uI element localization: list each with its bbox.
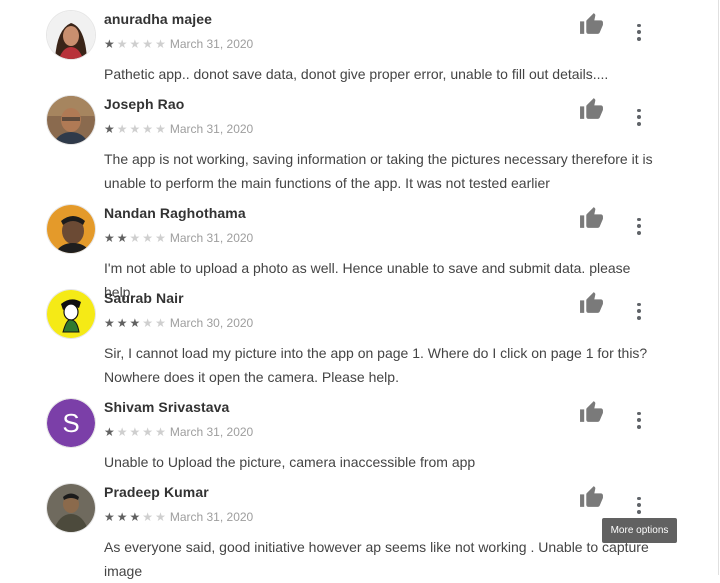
star-icon: ★ <box>142 122 154 136</box>
more-options-tooltip: More options <box>602 518 677 543</box>
star-icon: ★ <box>155 425 166 439</box>
thumbs-up-icon[interactable] <box>579 97 604 120</box>
rating-row: ★ ★ ★ ★ ★ March 31, 2020 <box>104 509 253 525</box>
avatar[interactable] <box>47 11 95 59</box>
avatar-letter: S <box>47 399 95 447</box>
star-icon: ★ <box>104 510 115 524</box>
star-icon: ★ <box>155 37 166 51</box>
star-icon: ★ <box>104 122 115 136</box>
author-name[interactable]: Saurab Nair <box>104 290 184 306</box>
review-date: March 31, 2020 <box>169 37 254 51</box>
star-icon: ★ <box>129 316 141 330</box>
more-options-button[interactable] <box>629 107 649 127</box>
star-icon: ★ <box>104 425 115 439</box>
review-item: Saurab Nair ★ ★ ★ ★ ★ March 30, 2020 Sir… <box>0 279 700 389</box>
panel-divider <box>718 0 719 575</box>
star-icon: ★ <box>116 510 128 524</box>
review-text: The app is not working, saving informati… <box>104 151 653 191</box>
star-icon: ★ <box>155 316 166 330</box>
more-options-button[interactable] <box>629 22 649 42</box>
more-options-button[interactable] <box>629 410 649 430</box>
star-icon: ★ <box>142 37 154 51</box>
review-date: March 30, 2020 <box>169 316 254 330</box>
star-icon: ★ <box>116 122 128 136</box>
star-icon: ★ <box>129 425 141 439</box>
star-icon: ★ <box>155 122 166 136</box>
review-date: March 31, 2020 <box>169 425 254 439</box>
star-icon: ★ <box>129 231 141 245</box>
review-date: March 31, 2020 <box>169 231 254 245</box>
avatar[interactable]: S <box>47 399 95 447</box>
author-name[interactable]: Pradeep Kumar <box>104 484 209 500</box>
star-icon: ★ <box>104 316 115 330</box>
avatar[interactable] <box>47 484 95 532</box>
star-icon: ★ <box>116 316 128 330</box>
avatar[interactable] <box>47 96 95 144</box>
review-item: anuradha majee ★ ★ ★ ★ ★ March 31, 2020 … <box>0 0 700 88</box>
star-icon: ★ <box>142 510 154 524</box>
star-icon: ★ <box>116 231 128 245</box>
thumbs-up-icon[interactable] <box>579 400 604 423</box>
star-icon: ★ <box>142 231 154 245</box>
rating-row: ★ ★ ★ ★ ★ March 31, 2020 <box>104 424 253 440</box>
thumbs-up-icon[interactable] <box>579 206 604 229</box>
star-icon: ★ <box>142 316 154 330</box>
star-icon: ★ <box>129 510 141 524</box>
review-date: March 31, 2020 <box>169 122 254 136</box>
review-item: Joseph Rao ★ ★ ★ ★ ★ March 31, 2020 The … <box>0 85 700 195</box>
review-item: S Shivam Srivastava ★ ★ ★ ★ ★ March 31, … <box>0 388 700 476</box>
thumbs-up-icon[interactable] <box>579 485 604 508</box>
star-icon: ★ <box>129 122 141 136</box>
avatar[interactable] <box>47 205 95 253</box>
star-icon: ★ <box>104 231 115 245</box>
more-options-button[interactable] <box>629 301 649 321</box>
review-item: Pradeep Kumar ★ ★ ★ ★ ★ March 31, 2020 A… <box>0 473 700 579</box>
review-text: Sir, I cannot load my picture into the a… <box>104 345 648 385</box>
review-text: Pathetic app.. donot save data, donot gi… <box>104 66 609 82</box>
more-options-button[interactable] <box>629 495 649 515</box>
star-icon: ★ <box>155 510 166 524</box>
rating-row: ★ ★ ★ ★ ★ March 31, 2020 <box>104 121 253 137</box>
star-icon: ★ <box>116 37 128 51</box>
review-item: Nandan Raghothama ★ ★ ★ ★ ★ March 31, 20… <box>0 194 700 300</box>
avatar[interactable] <box>47 290 95 338</box>
author-name[interactable]: Nandan Raghothama <box>104 205 246 221</box>
rating-row: ★ ★ ★ ★ ★ March 31, 2020 <box>104 230 253 246</box>
more-options-button[interactable] <box>629 216 649 236</box>
star-icon: ★ <box>104 37 115 51</box>
author-name[interactable]: Joseph Rao <box>104 96 184 112</box>
star-icon: ★ <box>116 425 128 439</box>
thumbs-up-icon[interactable] <box>579 291 604 314</box>
rating-row: ★ ★ ★ ★ ★ March 30, 2020 <box>104 315 253 331</box>
star-icon: ★ <box>155 231 166 245</box>
author-name[interactable]: Shivam Srivastava <box>104 399 229 415</box>
review-date: March 31, 2020 <box>169 510 254 524</box>
thumbs-up-icon[interactable] <box>579 12 604 35</box>
rating-row: ★ ★ ★ ★ ★ March 31, 2020 <box>104 36 253 52</box>
star-icon: ★ <box>129 37 141 51</box>
review-text: Unable to Upload the picture, camera ina… <box>104 454 476 470</box>
review-text: As everyone said, good initiative howeve… <box>104 539 649 579</box>
star-icon: ★ <box>142 425 154 439</box>
author-name[interactable]: anuradha majee <box>104 11 212 27</box>
